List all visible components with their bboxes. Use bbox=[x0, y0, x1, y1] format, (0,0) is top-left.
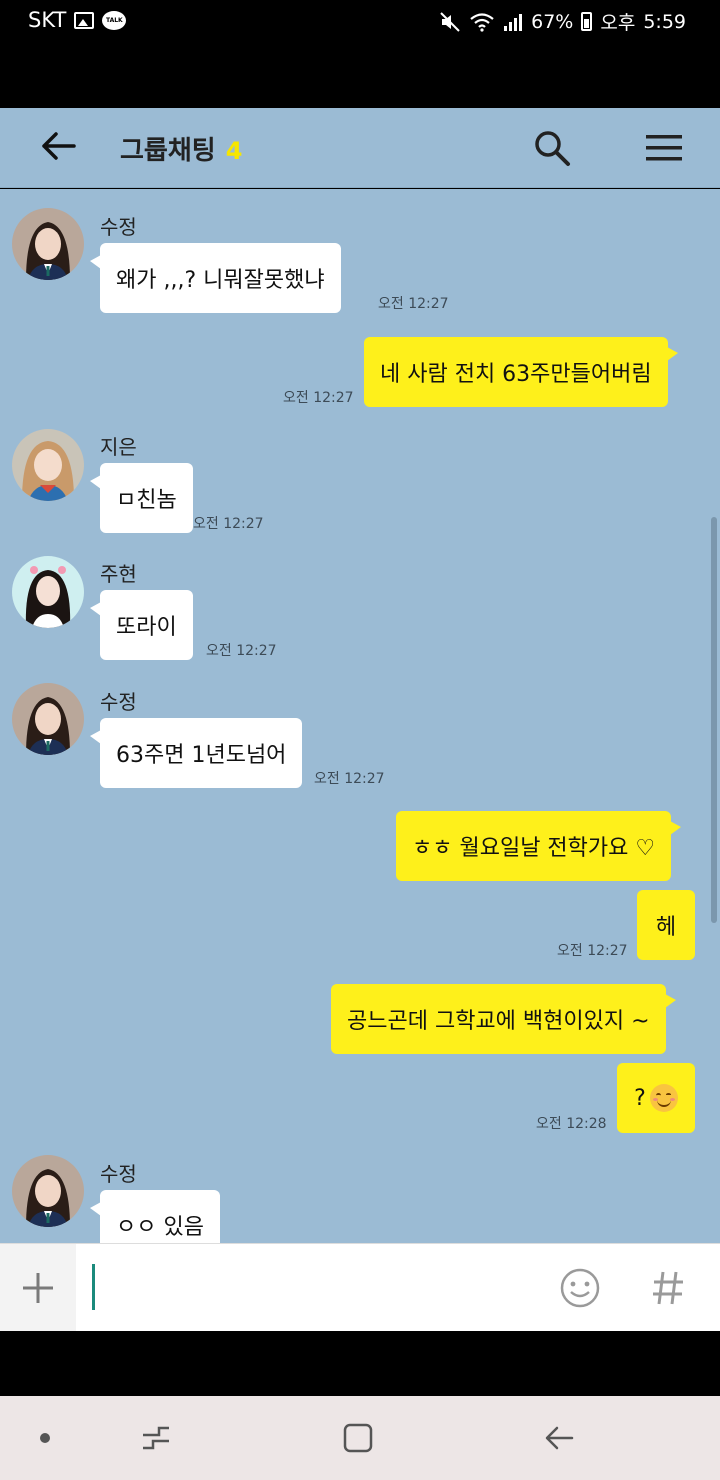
sender-name: 수정 bbox=[100, 1162, 137, 1186]
incoming-message-bubble[interactable]: 왜가 ,,,? 니뭐잘못했냐 bbox=[90, 243, 341, 313]
home-button[interactable] bbox=[334, 1414, 382, 1462]
avatar-sujeong[interactable] bbox=[12, 683, 84, 755]
chat-message-list[interactable]: 수정 왜가 ,,,? 니뭐잘못했냐 오전 12:27 네 사람 전치 63주만들… bbox=[0, 189, 720, 1243]
status-bar: SKT TALK 67% 오후 5:59 bbox=[0, 0, 720, 108]
status-right: 67% 오후 5:59 bbox=[439, 8, 686, 35]
outgoing-message-bubble[interactable]: ? bbox=[617, 1063, 695, 1133]
text-caret bbox=[92, 1264, 95, 1310]
sender-name: 수정 bbox=[100, 215, 137, 239]
chat-title: 그룹채팅 bbox=[120, 136, 216, 166]
message-text: ? bbox=[634, 1085, 646, 1111]
message-time: 오전 12:28 bbox=[536, 1116, 607, 1132]
sender-name: 주현 bbox=[100, 562, 137, 586]
battery-percent: 67% bbox=[531, 10, 574, 33]
dot-icon bbox=[40, 1433, 50, 1443]
battery-icon bbox=[581, 12, 593, 31]
message-time: 오전 12:27 bbox=[193, 516, 264, 532]
back-button[interactable] bbox=[36, 124, 80, 168]
back-nav-button[interactable] bbox=[535, 1414, 583, 1462]
emoji-eye bbox=[665, 1093, 671, 1096]
plus-icon bbox=[23, 1273, 53, 1303]
outgoing-message-bubble[interactable]: 네 사람 전치 63주만들어버림 bbox=[364, 337, 678, 407]
wifi-icon bbox=[470, 12, 494, 32]
back-arrow-icon bbox=[545, 1426, 574, 1450]
sender-name: 수정 bbox=[100, 690, 137, 714]
chat-title-group: 그룹채팅 4 bbox=[120, 130, 242, 167]
keyboard-gap bbox=[0, 1331, 720, 1396]
message-time: 오전 12:27 bbox=[557, 943, 628, 959]
avatar-juhyun[interactable] bbox=[12, 556, 84, 628]
kakaotalk-notification-icon: TALK bbox=[102, 10, 127, 30]
outgoing-message-bubble[interactable]: ㅎㅎ 월요일날 전학가요 ♡ bbox=[396, 811, 682, 881]
sender-name: 지은 bbox=[100, 435, 137, 459]
scrollbar[interactable] bbox=[711, 517, 717, 923]
avatar-sujeong[interactable] bbox=[12, 1155, 84, 1227]
menu-button[interactable] bbox=[640, 124, 688, 172]
profile-photo bbox=[12, 1155, 84, 1227]
profile-photo bbox=[12, 556, 84, 628]
gallery-notification-icon bbox=[74, 11, 95, 29]
emoji-blush bbox=[652, 1098, 658, 1101]
incoming-message-bubble[interactable]: ㅇㅇ 있음 bbox=[90, 1190, 220, 1243]
clock-time: 5:59 bbox=[643, 10, 686, 33]
outgoing-message-bubble[interactable]: 공느곤데 그학교에 백현이있지 ~ bbox=[331, 984, 676, 1054]
attach-button[interactable] bbox=[0, 1244, 76, 1332]
emoji-blush bbox=[669, 1098, 675, 1101]
profile-photo bbox=[12, 683, 84, 755]
hashtag-button[interactable] bbox=[644, 1264, 692, 1312]
status-left: SKT TALK bbox=[28, 8, 127, 32]
emoticon-icon bbox=[560, 1268, 600, 1308]
message-input-bar bbox=[0, 1243, 720, 1332]
incoming-message-bubble[interactable]: ㅁ친놈 bbox=[90, 463, 193, 533]
recent-apps-icon bbox=[143, 1426, 169, 1450]
member-count: 4 bbox=[225, 137, 243, 165]
arrow-left-icon bbox=[42, 132, 76, 160]
profile-photo bbox=[12, 429, 84, 501]
incoming-message-bubble[interactable]: 63주면 1년도넘어 bbox=[89, 718, 303, 788]
incoming-message-bubble[interactable]: 또라이 bbox=[90, 590, 193, 660]
avatar-sujeong[interactable] bbox=[12, 208, 84, 280]
profile-photo bbox=[12, 208, 84, 280]
nav-dot-button[interactable] bbox=[21, 1414, 69, 1462]
message-input[interactable] bbox=[88, 1262, 528, 1314]
search-icon bbox=[535, 131, 570, 166]
recent-apps-button[interactable] bbox=[132, 1414, 180, 1462]
chat-header: 그룹채팅 4 bbox=[0, 108, 720, 188]
clock-ampm: 오후 bbox=[600, 12, 636, 34]
hamburger-menu-icon bbox=[646, 135, 682, 161]
emoticon-button[interactable] bbox=[556, 1264, 604, 1312]
message-time: 오전 12:27 bbox=[314, 771, 385, 787]
carrier-label: SKT bbox=[28, 8, 67, 32]
system-navigation-bar bbox=[0, 1396, 720, 1480]
message-time: 오전 12:27 bbox=[206, 643, 277, 659]
smiling-face-emoji-icon bbox=[649, 1084, 678, 1112]
signal-icon bbox=[504, 13, 523, 31]
hash-icon bbox=[653, 1271, 683, 1305]
home-icon bbox=[343, 1423, 373, 1453]
search-button[interactable] bbox=[528, 124, 576, 172]
avatar-jieun[interactable] bbox=[12, 429, 84, 501]
message-time: 오전 12:27 bbox=[283, 390, 354, 406]
outgoing-message-bubble[interactable]: 헤 bbox=[637, 890, 695, 960]
message-time: 오전 12:27 bbox=[378, 296, 449, 312]
mute-icon bbox=[440, 11, 460, 32]
